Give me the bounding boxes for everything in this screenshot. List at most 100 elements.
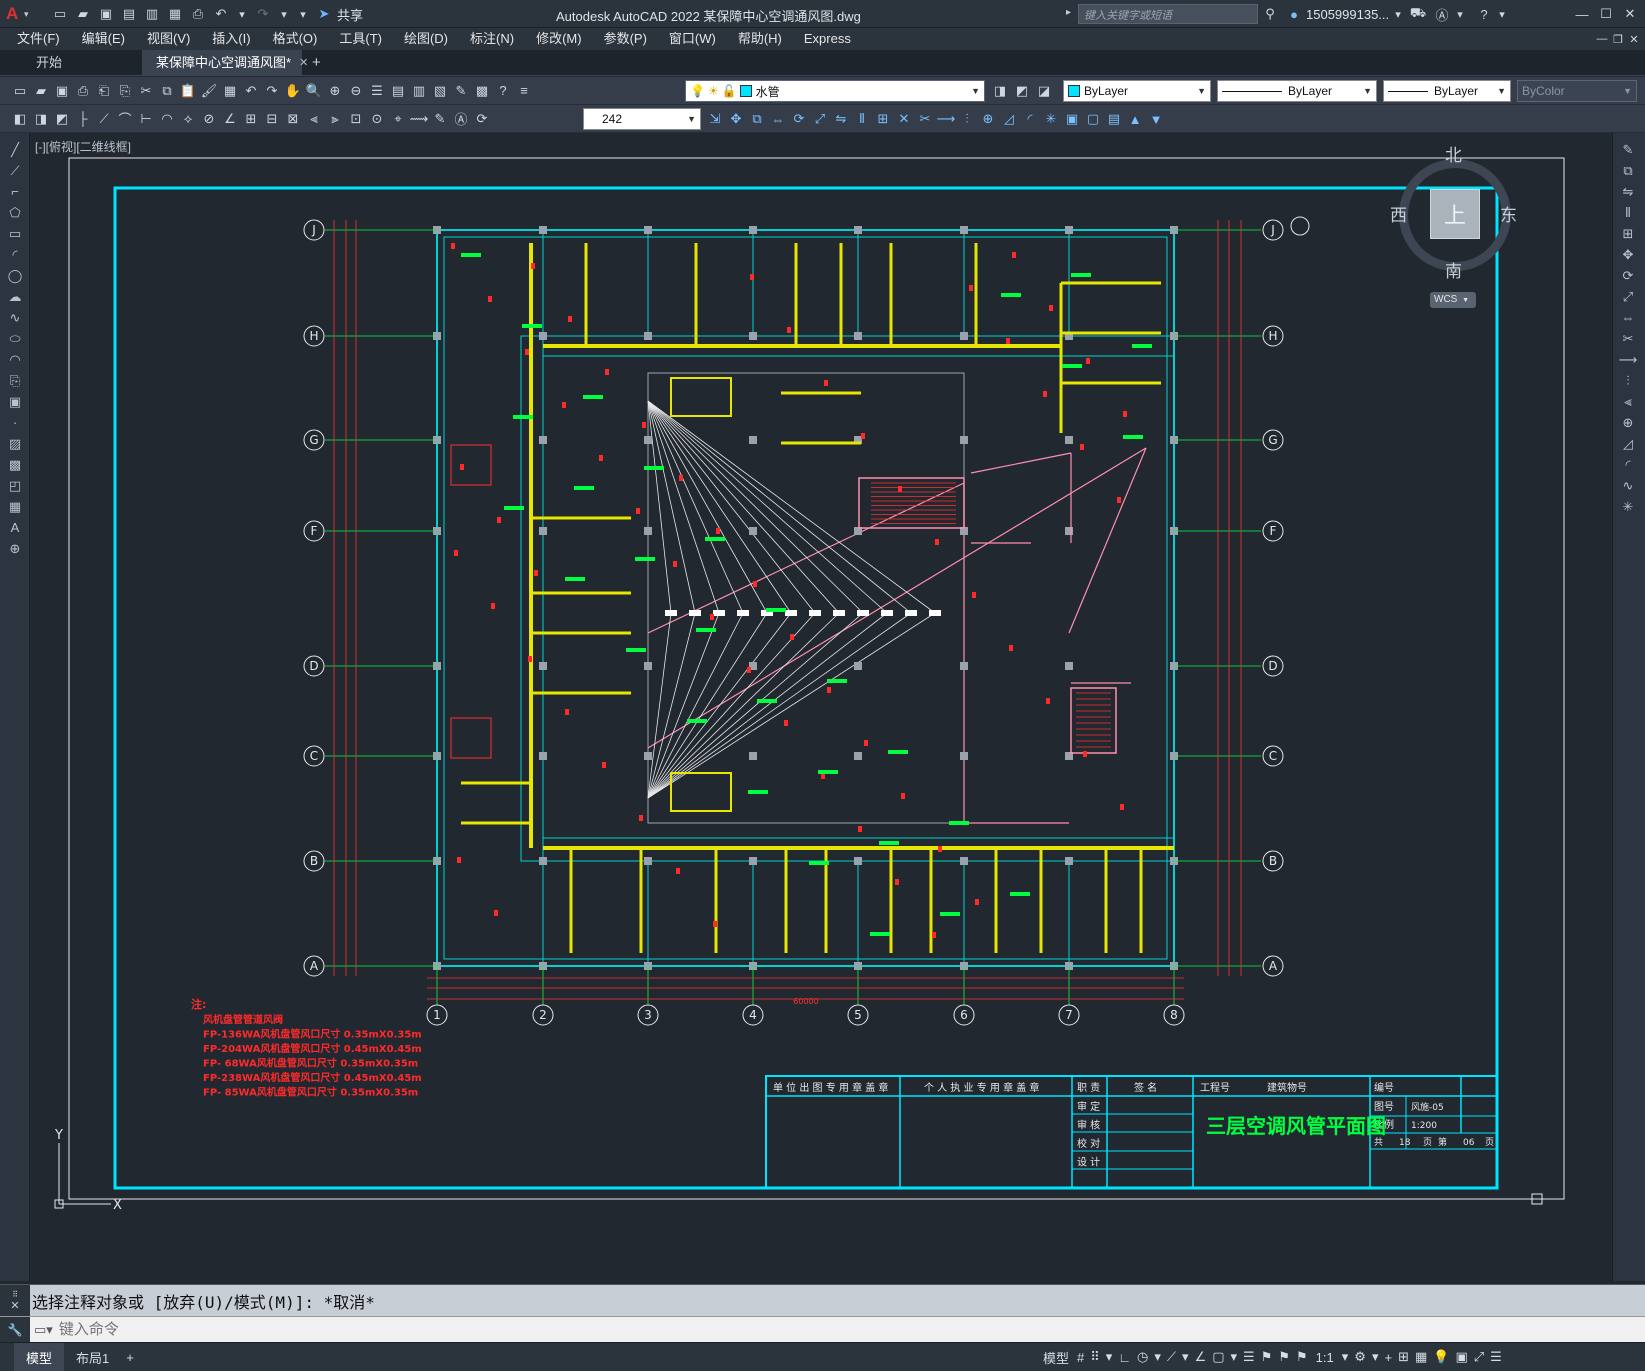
user-account-name[interactable]: 1505999135...: [1306, 7, 1389, 22]
dim-quick-icon[interactable]: ⊞: [241, 109, 261, 129]
web-open-icon[interactable]: ▥: [142, 4, 162, 24]
search-expand-icon[interactable]: ▸: [1066, 7, 1071, 18]
add-layout-button[interactable]: +: [121, 1343, 139, 1371]
point-icon[interactable]: ·: [3, 412, 27, 433]
rotate-tool-icon[interactable]: ⟳: [1616, 265, 1640, 286]
new-tab-button[interactable]: +: [302, 50, 331, 76]
publish-icon[interactable]: ⎘: [115, 81, 135, 101]
layout-tab-model[interactable]: 模型: [14, 1343, 65, 1371]
dimstyle-dropdown[interactable]: 242 ▼: [583, 108, 701, 130]
dim-angular-icon[interactable]: ∠: [220, 109, 240, 129]
properties-icon[interactable]: ☰: [367, 81, 387, 101]
doc-minimize-icon[interactable]: —: [1594, 31, 1610, 47]
menu-item-10[interactable]: 窗口(W): [658, 28, 727, 50]
match-properties-icon[interactable]: 🖌: [199, 81, 219, 101]
save-icon[interactable]: ▣: [96, 4, 116, 24]
zoom-window-icon[interactable]: ⊕: [325, 81, 345, 101]
table-icon[interactable]: ▦: [3, 496, 27, 517]
join-tool-icon[interactable]: ⊕: [1616, 412, 1640, 433]
new-icon[interactable]: ▭: [10, 81, 30, 101]
dim-break-icon[interactable]: ⫸: [325, 109, 345, 129]
close-icon[interactable]: ✕: [1620, 4, 1640, 24]
extend-tool-icon[interactable]: ⟶: [1616, 349, 1640, 370]
construction-line-icon[interactable]: ⟋: [3, 160, 27, 181]
layer-previous-icon[interactable]: ◩: [1012, 81, 1032, 101]
insert-block-icon[interactable]: ⎘: [3, 370, 27, 391]
help-search-input[interactable]: 键入关键字或短语: [1078, 4, 1258, 24]
command-input[interactable]: [58, 1321, 1459, 1338]
layout-tab-layout1[interactable]: 布局1: [64, 1343, 121, 1371]
explode-icon[interactable]: ✳: [1041, 109, 1061, 129]
dim-linear-icon[interactable]: ├: [73, 109, 93, 129]
break-icon[interactable]: ⫶: [957, 109, 977, 129]
blend-tool-icon[interactable]: ∿: [1616, 475, 1640, 496]
snap-mode-icon[interactable]: ⠿: [1087, 1343, 1103, 1371]
command-grip-icon[interactable]: ⠿: [12, 1290, 18, 1299]
maximize-icon[interactable]: ☐: [1596, 4, 1616, 24]
customize-icon[interactable]: 🔧: [8, 1323, 23, 1337]
redo-dropdown-icon[interactable]: ▾: [276, 6, 292, 22]
center-mark-icon[interactable]: ⊙: [367, 109, 387, 129]
dimstyle-icon[interactable]: ⇲: [705, 109, 725, 129]
plot-icon[interactable]: ⎙: [73, 81, 93, 101]
save-as-icon[interactable]: ▤: [119, 4, 139, 24]
autodesk-a360-icon[interactable]: Ⓐ: [1432, 4, 1452, 24]
layer-walk-icon[interactable]: ◧: [10, 109, 30, 129]
share-icon[interactable]: ➤: [314, 4, 334, 24]
ellipse-icon[interactable]: ⬭: [3, 328, 27, 349]
osnap-dropdown-icon[interactable]: ▾: [1228, 1343, 1241, 1371]
workspace-dropdown-icon[interactable]: ▾: [1369, 1343, 1382, 1371]
tool-palettes-icon[interactable]: ▥: [409, 81, 429, 101]
join-icon[interactable]: ⊕: [978, 109, 998, 129]
dim-edit-icon[interactable]: ✎: [430, 109, 450, 129]
inspection-icon[interactable]: ⌖: [388, 109, 408, 129]
fillet-icon[interactable]: ◜: [1020, 109, 1040, 129]
jogged-linear-icon[interactable]: ⟿: [409, 109, 429, 129]
line-icon[interactable]: ╱: [3, 139, 27, 160]
chamfer-icon[interactable]: ◿: [999, 109, 1019, 129]
layer-dropdown[interactable]: 💡 ☀ 🔓 水管 ▼: [685, 80, 985, 102]
a360-dropdown-icon[interactable]: ▾: [1452, 6, 1468, 22]
menu-item-8[interactable]: 修改(M): [525, 28, 593, 50]
search-icon[interactable]: ⚲: [1260, 4, 1280, 24]
copy-tool-icon[interactable]: ⧉: [1616, 160, 1640, 181]
break-tool-icon[interactable]: ⫷: [1616, 391, 1640, 412]
erase-tool-icon[interactable]: ✎: [1616, 139, 1640, 160]
command-close-icon[interactable]: ✕: [10, 1299, 19, 1312]
break-at-point-icon[interactable]: ⫶: [1616, 370, 1640, 391]
wcs-menu[interactable]: WCS ▼: [1430, 292, 1476, 308]
send-back-icon[interactable]: ▼: [1146, 109, 1166, 129]
color-dropdown[interactable]: ByLayer ▼: [1063, 80, 1211, 102]
quick-properties-icon[interactable]: ▦: [1412, 1343, 1430, 1371]
undo-icon[interactable]: ↶: [211, 4, 231, 24]
linetype-dropdown[interactable]: ByLayer ▼: [1217, 80, 1377, 102]
hatch-icon[interactable]: ▨: [3, 433, 27, 454]
annotation-visibility-icon[interactable]: ⚑: [1258, 1343, 1276, 1371]
menu-item-1[interactable]: 编辑(E): [71, 28, 136, 50]
revision-cloud-icon[interactable]: ☁: [3, 286, 27, 307]
polar-dropdown-icon[interactable]: ▾: [1151, 1343, 1164, 1371]
mirror-icon[interactable]: ⇋: [831, 109, 851, 129]
redo-icon[interactable]: ↷: [253, 4, 273, 24]
save-icon[interactable]: ▣: [52, 81, 72, 101]
object-snap-tracking-icon[interactable]: ∠: [1192, 1343, 1210, 1371]
redo-icon[interactable]: ↷: [262, 81, 282, 101]
menu-item-2[interactable]: 视图(V): [136, 28, 201, 50]
user-dropdown-icon[interactable]: ▾: [1390, 6, 1406, 22]
compass-east[interactable]: 东: [1500, 201, 1517, 226]
zoom-previous-icon[interactable]: ⊖: [346, 81, 366, 101]
plot-preview-icon[interactable]: ⎗: [94, 81, 114, 101]
circle-icon[interactable]: ◯: [3, 265, 27, 286]
plot-icon[interactable]: ⎙: [188, 4, 208, 24]
polyline-icon[interactable]: ⌐: [3, 181, 27, 202]
compass-south[interactable]: 南: [1445, 257, 1462, 282]
user-icon[interactable]: ●: [1284, 4, 1304, 24]
stretch-tool-icon[interactable]: ⇔: [1616, 307, 1640, 328]
menu-item-3[interactable]: 插入(I): [201, 28, 261, 50]
osnap-icon[interactable]: ▢: [1209, 1343, 1227, 1371]
copy-object-icon[interactable]: ⧉: [747, 109, 767, 129]
annotation-scale-value[interactable]: 1:1: [1311, 1343, 1339, 1371]
chamfer-tool-icon[interactable]: ◿: [1616, 433, 1640, 454]
sheet-set-icon[interactable]: ▧: [430, 81, 450, 101]
dim-text-edit-icon[interactable]: Ⓐ: [451, 109, 471, 129]
